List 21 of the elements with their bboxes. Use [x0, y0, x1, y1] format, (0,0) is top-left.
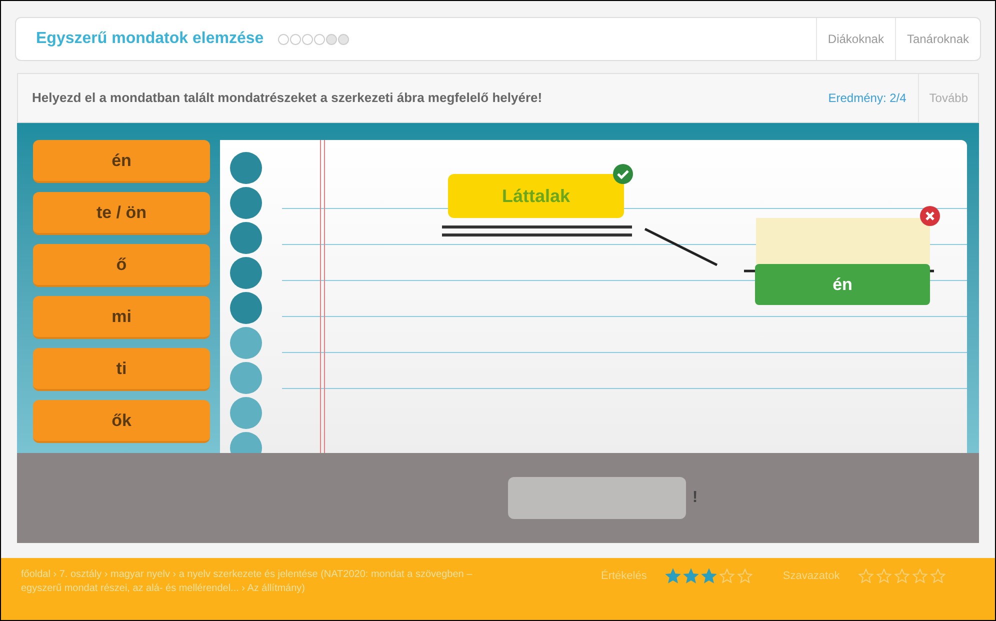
breadcrumb-text: főoldal › 7. osztály › magyar nyelv › a nyelv szerkezete és jelentése (NAT2020: mondat a szövegben – egyszerű mondat részei, az alá- és mellérendel... › Az állítmány)	[21, 568, 474, 596]
word-tile[interactable]: ti	[33, 348, 210, 391]
rating-label: Értékelés	[601, 568, 647, 584]
instruction-text: Helyezd el a mondatban talált mondatrészeket a szerkezeti ábra megfelelő helyére!	[31, 90, 544, 106]
page-title: Egyszerű mondatok elemzése	[36, 29, 264, 49]
nav-link[interactable]: Tanároknak	[894, 18, 980, 60]
word-tile[interactable]: ő	[33, 244, 210, 287]
answer-tile[interactable]: én	[755, 264, 930, 305]
star-icon[interactable]	[682, 568, 699, 584]
score-text: Eredmény: 2/4	[827, 90, 908, 107]
word-tile[interactable]: te / ön	[33, 192, 210, 235]
drop-zone[interactable]	[756, 218, 930, 264]
word-tile[interactable]: ők	[33, 400, 210, 443]
punctuation-mark: !	[692, 488, 698, 508]
nav-link[interactable]: Diákoknak	[816, 18, 895, 60]
word-tile[interactable]: én	[33, 140, 210, 183]
word-tile[interactable]: mi	[33, 296, 210, 339]
star-icon[interactable]	[664, 568, 681, 584]
votes-label: Szavazatok	[782, 569, 840, 584]
star-icon[interactable]	[700, 568, 717, 584]
answer-field[interactable]	[508, 477, 686, 519]
